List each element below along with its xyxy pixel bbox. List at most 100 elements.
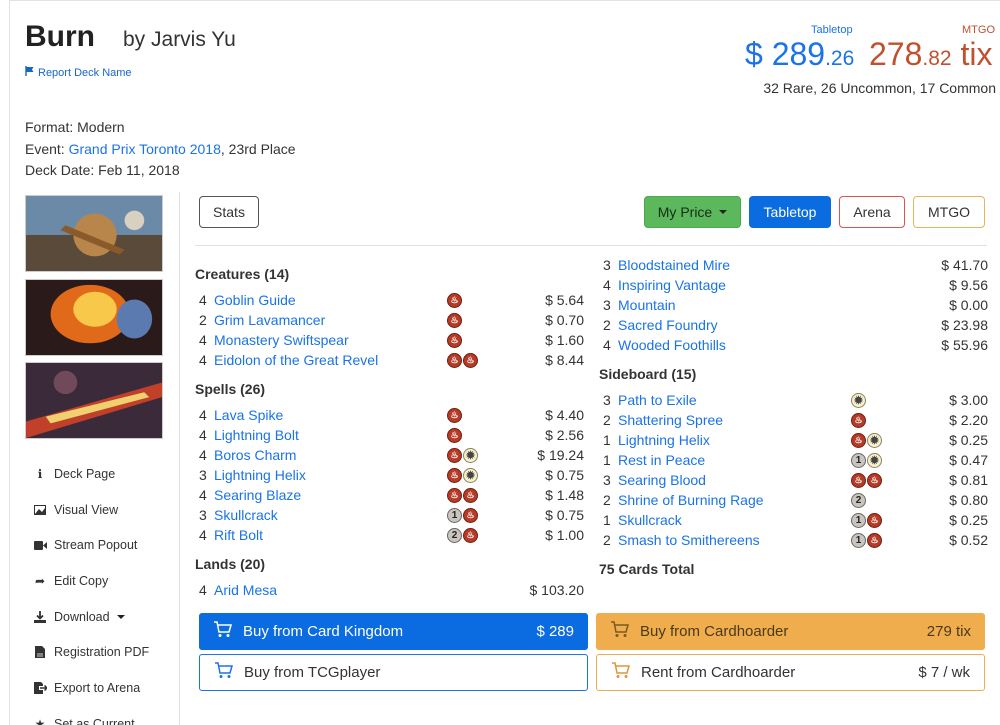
video-icon: [33, 540, 47, 550]
white-mana-icon: ✹: [851, 392, 866, 408]
card-link[interactable]: Rift Bolt: [214, 527, 263, 543]
card-link[interactable]: Skullcrack: [618, 512, 682, 528]
generic-mana-icon: 2: [447, 527, 462, 543]
mana-cost: ♨ ♨: [851, 472, 882, 488]
card-link[interactable]: Shattering Spree: [618, 412, 723, 428]
card-link[interactable]: Searing Blaze: [214, 487, 301, 503]
deck-author: by Jarvis Yu: [123, 28, 236, 51]
my-price-dropdown[interactable]: My Price: [644, 196, 741, 228]
mana-cost: 1 ♨: [851, 532, 882, 548]
arena-button[interactable]: Arena: [839, 196, 905, 228]
section-lands: Lands (20): [195, 556, 266, 572]
red-mana-icon: ♨: [463, 352, 478, 368]
card-row: 1 Lightning Helix ♨ ✹ $ 0.25: [603, 432, 988, 448]
card-row: 3 Path to Exile ✹ $ 3.00: [603, 392, 988, 408]
card-link[interactable]: Path to Exile: [618, 392, 697, 408]
mana-cost: ♨: [447, 292, 462, 308]
red-mana-icon: ♨: [867, 532, 882, 548]
cart-icon: [213, 620, 235, 643]
sidebar-item-export-arena[interactable]: Export to Arena: [33, 670, 173, 706]
red-mana-icon: ♨: [447, 352, 462, 368]
card-art-lightning[interactable]: [25, 362, 163, 439]
card-row: 3 Skullcrack 1 ♨ $ 0.75: [199, 507, 584, 523]
card-row: 3 Searing Blood ♨ ♨ $ 0.81: [603, 472, 988, 488]
card-row: 3 Mountain $ 0.00: [603, 297, 988, 313]
card-link[interactable]: Rest in Peace: [618, 452, 705, 468]
card-link[interactable]: Eidolon of the Great Revel: [214, 352, 378, 368]
card-link[interactable]: Lightning Bolt: [214, 427, 299, 443]
tabletop-button[interactable]: Tabletop: [749, 196, 831, 228]
card-link[interactable]: Wooded Foothills: [618, 337, 726, 353]
stats-button[interactable]: Stats: [199, 196, 259, 228]
mana-cost: 1 ♨: [851, 512, 882, 528]
toolbar-divider: [195, 245, 987, 246]
card-link[interactable]: Lightning Helix: [214, 467, 306, 483]
buy-tcgplayer-button[interactable]: Buy from TCGplayer: [199, 654, 588, 691]
card-link[interactable]: Monastery Swiftspear: [214, 332, 349, 348]
flag-icon: [25, 66, 35, 79]
card-row: 4 Boros Charm ♨ ✹ $ 19.24: [199, 447, 584, 463]
sidebar-item-edit-copy[interactable]: ➦ Edit Copy: [33, 563, 173, 599]
mtgo-button[interactable]: MTGO: [913, 196, 985, 228]
red-mana-icon: ♨: [447, 332, 462, 348]
card-link[interactable]: Sacred Foundry: [618, 317, 718, 333]
sidebar-item-visual-view[interactable]: Visual View: [33, 492, 173, 528]
card-row: 4 Arid Mesa $ 103.20: [199, 582, 584, 598]
white-mana-icon: ✹: [463, 447, 478, 463]
event-link[interactable]: Grand Prix Toronto 2018: [69, 141, 221, 157]
section-spells: Spells (26): [195, 381, 266, 397]
rent-cardhoarder-button[interactable]: Rent from Cardhoarder $ 7 / wk: [596, 654, 985, 691]
date-line: Deck Date: Feb 11, 2018: [25, 162, 180, 178]
sidebar-item-download[interactable]: Download: [33, 599, 173, 635]
buy-card-kingdom-button[interactable]: Buy from Card Kingdom $ 289: [199, 613, 588, 650]
sidebar-item-deck-page[interactable]: ℹ Deck Page: [33, 456, 173, 492]
cart-icon: [610, 620, 632, 643]
card-link[interactable]: Skullcrack: [214, 507, 278, 523]
card-link[interactable]: Shrine of Burning Rage: [618, 492, 764, 508]
red-mana-icon: ♨: [851, 432, 866, 448]
sidebar-item-set-current[interactable]: ★ Set as Current: [33, 706, 173, 725]
mana-cost: ♨ ✹: [851, 432, 882, 448]
card-link[interactable]: Smash to Smithereens: [618, 532, 760, 548]
card-link[interactable]: Lightning Helix: [618, 432, 710, 448]
white-mana-icon: ✹: [867, 432, 882, 448]
report-label: Report Deck Name: [38, 66, 132, 79]
card-link[interactable]: Bloodstained Mire: [618, 257, 730, 273]
mana-cost: ♨: [851, 412, 866, 428]
mana-cost: ♨ ♨: [447, 487, 478, 503]
event-line: Event: Grand Prix Toronto 2018, 23rd Pla…: [25, 140, 296, 157]
card-link[interactable]: Boros Charm: [214, 447, 296, 463]
mana-cost: 2: [851, 492, 866, 508]
card-art-fire[interactable]: [25, 279, 163, 356]
card-row: 3 Lightning Helix ♨ ✹ $ 0.75: [199, 467, 584, 483]
mtgo-price: 278.82 tix: [869, 36, 993, 72]
white-mana-icon: ✹: [867, 452, 882, 468]
report-deck-name-link[interactable]: Report Deck Name: [25, 66, 132, 79]
sidebar-item-registration-pdf[interactable]: Registration PDF: [33, 634, 173, 670]
card-link[interactable]: Searing Blood: [618, 472, 706, 488]
card-link[interactable]: Goblin Guide: [214, 292, 296, 308]
card-link[interactable]: Mountain: [618, 297, 676, 313]
buy-cardhoarder-button[interactable]: Buy from Cardhoarder 279 tix: [596, 613, 985, 650]
card-row: 2 Sacred Foundry $ 23.98: [603, 317, 988, 333]
card-link[interactable]: Grim Lavamancer: [214, 312, 325, 328]
card-row: 2 Shrine of Burning Rage 2 $ 0.80: [603, 492, 988, 508]
card-link[interactable]: Arid Mesa: [214, 582, 277, 598]
image-icon: [33, 504, 47, 515]
red-mana-icon: ♨: [447, 487, 462, 503]
star-icon: ★: [34, 716, 46, 725]
red-mana-icon: ♨: [463, 527, 478, 543]
card-row: 4 Monastery Swiftspear ♨ $ 1.60: [199, 332, 584, 348]
info-icon: ℹ: [37, 466, 43, 481]
mana-cost: ♨: [447, 427, 462, 443]
red-mana-icon: ♨: [447, 292, 462, 308]
card-link[interactable]: Lava Spike: [214, 407, 283, 423]
card-link[interactable]: Inspiring Vantage: [618, 277, 726, 293]
generic-mana-icon: 1: [851, 452, 866, 468]
sidebar-item-stream-popout[interactable]: Stream Popout: [33, 527, 173, 563]
card-art-goblin[interactable]: [25, 195, 163, 272]
cart-icon: [214, 661, 236, 684]
card-row: 2 Smash to Smithereens 1 ♨ $ 0.52: [603, 532, 988, 548]
red-mana-icon: ♨: [463, 507, 478, 523]
cards-total: 75 Cards Total: [599, 561, 695, 577]
